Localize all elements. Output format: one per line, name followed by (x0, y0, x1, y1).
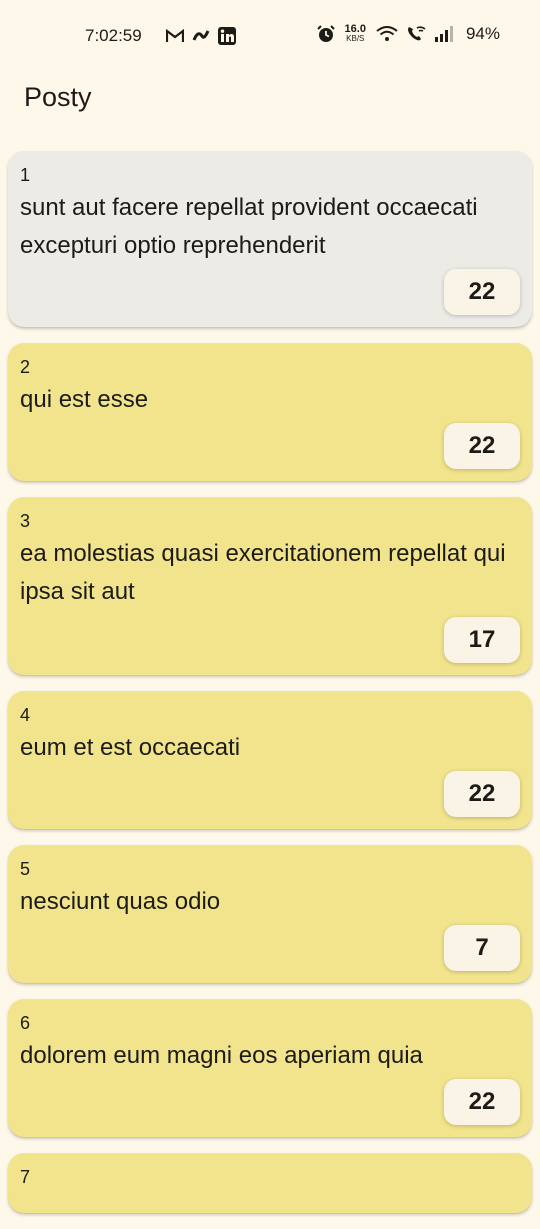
post-id: 6 (20, 1013, 31, 1033)
comment-count-badge[interactable]: 22 (444, 771, 520, 817)
comment-count-badge[interactable]: 22 (444, 269, 520, 315)
post-card[interactable]: 4 eum et est occaecati 22 (8, 691, 532, 829)
notification-icons (166, 27, 236, 45)
post-card[interactable]: 3 ea molestias quasi exercitationem repe… (8, 497, 532, 675)
post-title: ea molestias quasi exercitationem repell… (20, 540, 506, 605)
alarm-icon (316, 25, 335, 42)
page-title: Posty (24, 82, 92, 112)
post-id: 2 (20, 357, 31, 377)
post-card[interactable]: 6 dolorem eum magni eos aperiam quia 22 (8, 999, 532, 1137)
signal-icon (434, 26, 453, 42)
network-speed: 16.0 KB/S (344, 23, 366, 44)
post-id: 5 (20, 859, 31, 879)
comment-count-badge[interactable]: 22 (444, 1079, 520, 1125)
linkedin-icon (218, 27, 236, 45)
post-id: 7 (20, 1167, 31, 1187)
gmail-icon (166, 28, 184, 42)
comment-count-badge[interactable]: 17 (444, 617, 520, 663)
post-title: sunt aut facere repellat provident occae… (20, 194, 478, 259)
comment-count-badge[interactable]: 22 (444, 423, 520, 469)
post-card[interactable]: 1 sunt aut facere repellat provident occ… (8, 151, 532, 327)
post-card[interactable]: 2 qui est esse 22 (8, 343, 532, 481)
post-title: qui est esse (20, 386, 149, 413)
posts-list[interactable]: 1 sunt aut facere repellat provident occ… (8, 151, 532, 1229)
status-bar: 7:02:59 16.0 KB/S 94% (0, 0, 540, 72)
wifi-icon (376, 26, 398, 41)
post-id: 4 (20, 705, 31, 725)
network-speed-value: 16.0 (344, 23, 366, 35)
post-title: nesciunt quas odio (20, 888, 221, 915)
post-title: eum et est occaecati (20, 734, 241, 761)
network-speed-unit: KB/S (346, 34, 365, 43)
post-card[interactable]: 7 (8, 1153, 532, 1213)
app-notification-icon (192, 30, 210, 41)
battery-level: 94% (465, 24, 500, 43)
status-time: 7:02:59 (85, 26, 142, 45)
post-card[interactable]: 5 nesciunt quas odio 7 (8, 845, 532, 983)
post-id: 1 (20, 165, 31, 185)
status-indicators: 16.0 KB/S 94% (316, 23, 500, 44)
post-title: dolorem eum magni eos aperiam quia (20, 1042, 423, 1069)
post-id: 3 (20, 511, 31, 531)
wifi-calling-icon (407, 26, 426, 41)
comment-count-badge[interactable]: 7 (444, 925, 520, 971)
